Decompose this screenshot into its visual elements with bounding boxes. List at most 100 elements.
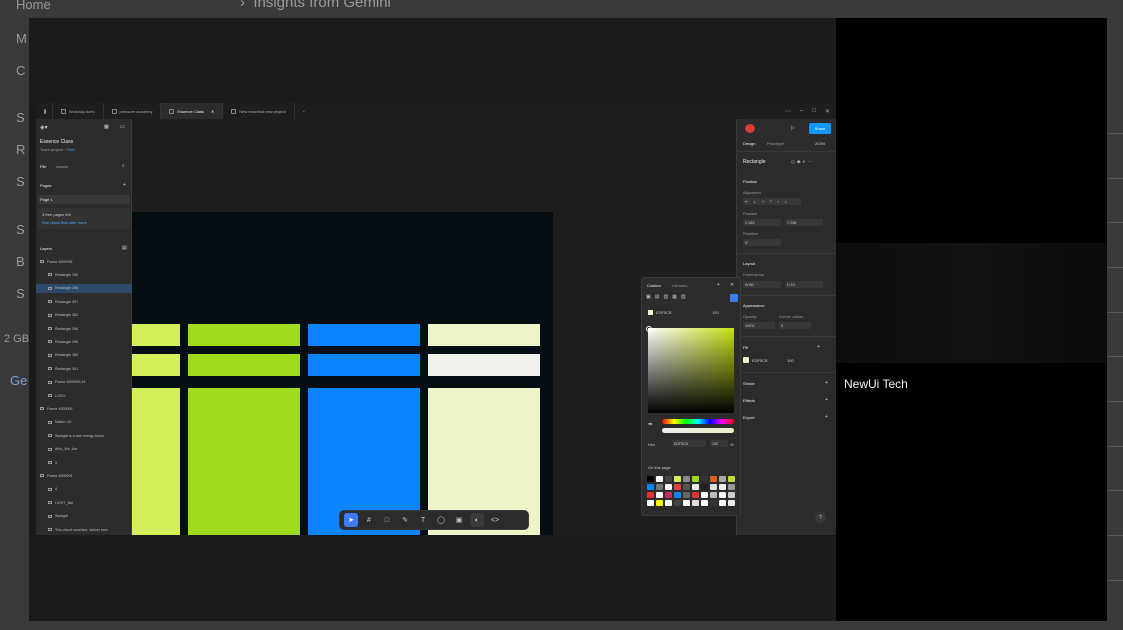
bg-item[interactable]: B (16, 254, 25, 269)
actions-tool-icon[interactable]: ▣ (452, 513, 466, 527)
rectangle-lime-2[interactable] (188, 354, 300, 376)
move-tool-icon[interactable]: ➤ (344, 513, 358, 527)
shape-tool-icon[interactable]: □ (380, 513, 394, 527)
text-tool-icon[interactable]: T (416, 513, 430, 527)
color-swatch[interactable] (647, 492, 654, 498)
color-swatch[interactable] (701, 476, 708, 482)
add-fill-icon[interactable]: + (817, 344, 820, 350)
add-page-icon[interactable]: + (123, 182, 126, 188)
share-button[interactable]: Share (809, 123, 831, 134)
layer-row[interactable]: Frame 4000004 (36, 471, 132, 480)
add-effect-icon[interactable]: + (825, 397, 828, 403)
color-swatch[interactable] (683, 476, 690, 482)
close-window-icon[interactable]: ✕ (825, 108, 830, 115)
bg-item-home[interactable]: Home (16, 0, 51, 12)
add-export-icon[interactable]: + (825, 414, 828, 420)
fill-type-icons[interactable]: ▣▤▥▦▧ (646, 294, 738, 302)
color-handle[interactable] (646, 326, 652, 332)
grid-icon[interactable]: ▦ (104, 124, 109, 130)
rectangle-lime-light-1[interactable] (132, 324, 180, 346)
minimize-icon[interactable]: – (800, 108, 803, 114)
avatar[interactable] (745, 124, 755, 133)
pen-tool-icon[interactable]: ✎ (398, 513, 412, 527)
search-icon[interactable]: ⌕ (122, 163, 125, 169)
bg-get-more[interactable]: Ge (10, 373, 27, 388)
color-swatch[interactable] (710, 492, 717, 498)
layer-row[interactable]: Rectangle 395 (36, 337, 132, 346)
frame-artboard[interactable] (132, 212, 553, 535)
color-swatch[interactable] (701, 492, 708, 498)
color-swatch[interactable] (674, 500, 681, 506)
color-swatch[interactable] (719, 476, 726, 482)
color-swatch[interactable] (656, 476, 663, 482)
tab-pressure-academy[interactable]: pressure academy (104, 103, 162, 119)
rotation-field[interactable]: 0° (743, 239, 781, 246)
color-swatch[interactable] (710, 500, 717, 506)
layer-row[interactable]: Sunlight (36, 512, 132, 521)
file-name[interactable]: Essence Class (40, 139, 73, 145)
color-swatch[interactable] (665, 500, 672, 506)
see-plans-link[interactable]: See plans that offer more (42, 220, 87, 225)
color-swatch[interactable] (647, 484, 654, 490)
layer-row[interactable]: Nation .02 (36, 418, 132, 427)
width-field[interactable]: W 80 (743, 281, 781, 288)
layer-row[interactable]: Rectangle 397 (36, 297, 132, 306)
layer-row[interactable]: LIGHT_Bar (36, 498, 132, 507)
tab-file[interactable]: File (40, 164, 46, 169)
color-swatch[interactable] (692, 500, 699, 506)
maximize-icon[interactable]: □ (812, 108, 816, 114)
close-picker-icon[interactable]: ✕ (730, 282, 734, 288)
color-swatch[interactable] (728, 492, 735, 498)
color-swatch[interactable] (674, 484, 681, 490)
height-field[interactable]: H 10 (785, 281, 823, 288)
picker-hex-field[interactable]: EDF5C8 (672, 440, 706, 447)
color-swatch[interactable] (674, 476, 681, 482)
color-swatch[interactable] (656, 492, 663, 498)
play-icon[interactable]: ▷ (791, 125, 795, 131)
saturation-value-area[interactable] (646, 326, 734, 413)
component-icons[interactable]: ◇◈◐⋯ (791, 159, 815, 165)
picker-tab-custom[interactable]: Custom (647, 283, 661, 288)
layer-row[interactable]: Rectangle 365 (36, 351, 132, 360)
picker-top-value[interactable]: 100 (712, 310, 719, 315)
layer-row[interactable]: This visual sunshine, deliver mov (36, 525, 132, 534)
rectangle-lime-light-tall[interactable] (132, 388, 180, 535)
color-swatch[interactable] (692, 492, 699, 498)
color-swatch[interactable] (728, 500, 735, 506)
rectangle-blue-1[interactable] (308, 324, 420, 346)
tab-design[interactable]: Design (743, 141, 755, 146)
zoom-level[interactable]: 203% (815, 141, 825, 146)
close-tab-icon[interactable]: ✕ (211, 109, 214, 114)
add-style-icon[interactable]: + (717, 282, 720, 288)
color-mode-select[interactable]: Hex (648, 442, 655, 447)
color-swatch[interactable] (683, 492, 690, 498)
color-swatch[interactable] (701, 500, 708, 506)
help-icon[interactable]: ? (815, 512, 826, 523)
color-swatch[interactable] (710, 476, 717, 482)
rectangle-cream-1[interactable] (428, 324, 540, 346)
frame-tool-icon[interactable]: # (362, 513, 376, 527)
plan-badge[interactable]: Free (66, 147, 74, 152)
color-swatch[interactable] (647, 500, 654, 506)
image-fill-icon[interactable] (730, 294, 738, 302)
color-swatch[interactable] (719, 492, 726, 498)
tab-prototype[interactable]: Prototype (767, 141, 784, 146)
code-icon[interactable]: <> (488, 513, 502, 527)
bg-item[interactable]: R (16, 142, 25, 157)
fill-swatch[interactable] (743, 357, 749, 363)
color-swatch[interactable] (665, 492, 672, 498)
tab-new-project[interactable]: New essential new project (223, 103, 295, 119)
x-field[interactable]: X 283 (743, 219, 781, 226)
fill-hex[interactable]: EDF5C8 (752, 358, 767, 363)
selection-type[interactable]: Rectangle (743, 159, 766, 165)
bg-item[interactable]: S (16, 222, 25, 237)
color-swatch[interactable] (683, 484, 690, 490)
color-swatch[interactable] (719, 484, 726, 490)
color-swatch[interactable] (710, 484, 717, 490)
layer-row[interactable]: Rectangle 362 (36, 311, 132, 320)
layer-row[interactable]: Rectangle 398 (36, 283, 132, 293)
color-swatch[interactable] (656, 484, 663, 490)
tab-essence-class[interactable]: Essence Class ✕ (161, 103, 224, 119)
layer-row[interactable]: Sunlight is a rare energy boost (36, 431, 132, 440)
y-field[interactable]: Y 208 (785, 219, 823, 226)
